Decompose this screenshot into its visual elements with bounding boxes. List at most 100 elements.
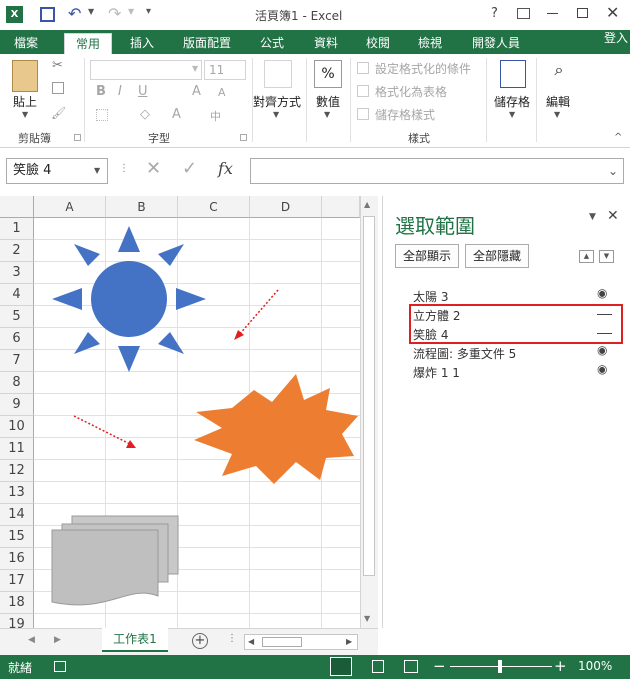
expand-formula-icon[interactable]: ⌄ [608,164,618,178]
paste-icon[interactable] [12,60,38,92]
sheetbar-options-icon[interactable]: ⋮ [227,633,237,644]
editing-dropdown-icon[interactable]: ▼ [554,110,560,119]
tab-developer[interactable]: 開發人員 [465,33,527,54]
italic-icon[interactable]: I [118,84,122,99]
column-header-e[interactable] [322,196,360,218]
paste-button[interactable]: 貼上 [13,93,37,110]
prev-sheet-icon[interactable]: ◀ [28,635,35,645]
eye-icon[interactable]: ◉ [597,343,607,357]
multi-document-shape[interactable] [50,514,184,610]
list-item[interactable]: 流程圖: 多重文件 5 [413,345,516,362]
fill-color-icon[interactable]: ◇ [140,107,150,122]
format-as-table-icon[interactable] [357,85,369,97]
font-name-dropdown-icon[interactable]: ▼ [192,64,198,73]
redo-icon[interactable]: ↷ [108,4,121,23]
row-header[interactable]: 2 [0,240,34,262]
help-button[interactable]: ? [491,6,498,21]
customize-toolbar-icon[interactable]: ▾ [146,6,151,17]
font-dialog-launcher-icon[interactable] [240,134,247,141]
worksheet-grid[interactable]: A B C D 1 2 3 4 5 6 7 8 9 10 11 12 13 14 15 16 17 18 19 ▲ … [0,196,378,628]
enter-entry-icon[interactable]: ✓ [182,158,197,179]
font-color-icon[interactable]: A [172,107,181,122]
font-name-box[interactable] [90,60,202,80]
find-icon[interactable]: ⌕ [548,60,570,86]
maximize-button[interactable] [577,8,588,18]
row-header[interactable]: 7 [0,350,34,372]
name-box[interactable]: 笑臉 4 [6,158,108,184]
undo-dropdown-icon[interactable]: ▼ [88,7,94,16]
row-header[interactable]: 16 [0,548,34,570]
format-painter-icon[interactable]: 🖌 [51,106,66,120]
next-sheet-icon[interactable]: ▶ [54,635,61,645]
cell-styles-button[interactable]: 儲存格樣式 [375,106,435,123]
bring-forward-icon[interactable]: ▲ [579,250,594,263]
alignment-button[interactable]: 對齊方式 [253,93,301,110]
list-item[interactable]: 爆炸 1 1 [413,364,460,381]
row-header[interactable]: 9 [0,394,34,416]
number-button[interactable]: 數值 [316,93,340,110]
row-header[interactable]: 1 [0,218,34,240]
cell-styles-icon[interactable] [357,108,369,120]
insert-function-icon[interactable]: fx [218,159,233,178]
tab-view[interactable]: 檢視 [410,33,450,54]
excel-logo-icon[interactable]: X [6,6,23,23]
tab-insert[interactable]: 插入 [122,33,162,54]
select-all-corner[interactable] [0,196,34,218]
cut-icon[interactable]: ✂ [52,58,63,73]
cells-button[interactable]: 儲存格 [494,93,530,110]
save-icon[interactable] [40,7,55,22]
tab-page-layout[interactable]: 版面配置 [176,33,238,54]
zoom-in-button[interactable]: + [554,657,567,675]
tab-home[interactable]: 常用 [64,33,112,54]
zoom-out-button[interactable]: − [433,657,446,675]
row-header[interactable]: 8 [0,372,34,394]
sign-in-link[interactable]: 登入 [604,30,628,46]
tab-review[interactable]: 校閱 [358,33,398,54]
vertical-scroll-thumb[interactable] [363,216,375,576]
send-backward-icon[interactable]: ▼ [599,250,614,263]
row-header[interactable]: 15 [0,526,34,548]
tab-file[interactable]: 檔案 [6,33,46,54]
row-header[interactable]: 14 [0,504,34,526]
border-icon[interactable] [96,109,108,121]
dialog-launcher-icon[interactable] [74,134,81,141]
undo-icon[interactable]: ↶ [68,4,81,23]
pane-close-icon[interactable]: ✕ [607,208,619,224]
alignment-dropdown-icon[interactable]: ▼ [273,110,279,119]
row-header[interactable]: 18 [0,592,34,614]
redo-dropdown-icon[interactable]: ▼ [128,7,134,16]
row-header[interactable]: 11 [0,438,34,460]
number-dropdown-icon[interactable]: ▼ [324,110,330,119]
minimize-button[interactable] [547,13,558,14]
percent-icon[interactable]: % [314,60,342,88]
row-header[interactable]: 3 [0,262,34,284]
hide-all-button[interactable]: 全部隱藏 [465,244,529,268]
font-size-box[interactable]: 11 [204,60,246,80]
name-box-dropdown-icon[interactable]: ▼ [94,166,100,175]
paste-dropdown-icon[interactable]: ▼ [22,110,28,119]
pane-options-icon[interactable]: ▼ [589,212,596,222]
close-button[interactable]: ✕ [606,3,619,22]
conditional-format-icon[interactable] [357,62,369,74]
row-header[interactable]: 17 [0,570,34,592]
eye-icon[interactable]: ◉ [597,286,607,300]
phonetic-icon[interactable]: 中 [210,108,221,124]
format-as-table-button[interactable]: 格式化為表格 [375,83,447,100]
macro-record-icon[interactable] [54,661,66,672]
scroll-right-icon[interactable]: ▶ [346,637,352,646]
sun-shape[interactable] [50,224,210,374]
show-all-button[interactable]: 全部顯示 [395,244,459,268]
zoom-level[interactable]: 100% [578,659,612,673]
column-header-d[interactable]: D [250,196,322,218]
row-header[interactable]: 12 [0,460,34,482]
column-header-b[interactable]: B [106,196,178,218]
tab-data[interactable]: 資料 [306,33,346,54]
row-header[interactable]: 6 [0,328,34,350]
editing-button[interactable]: 編輯 [546,93,570,110]
row-header[interactable]: 10 [0,416,34,438]
scroll-left-icon[interactable]: ◀ [248,637,254,646]
conditional-format-button[interactable]: 設定格式化的條件 [375,60,471,77]
cells-dropdown-icon[interactable]: ▼ [509,110,515,119]
tab-formulas[interactable]: 公式 [252,33,292,54]
cells-icon[interactable] [500,60,526,88]
